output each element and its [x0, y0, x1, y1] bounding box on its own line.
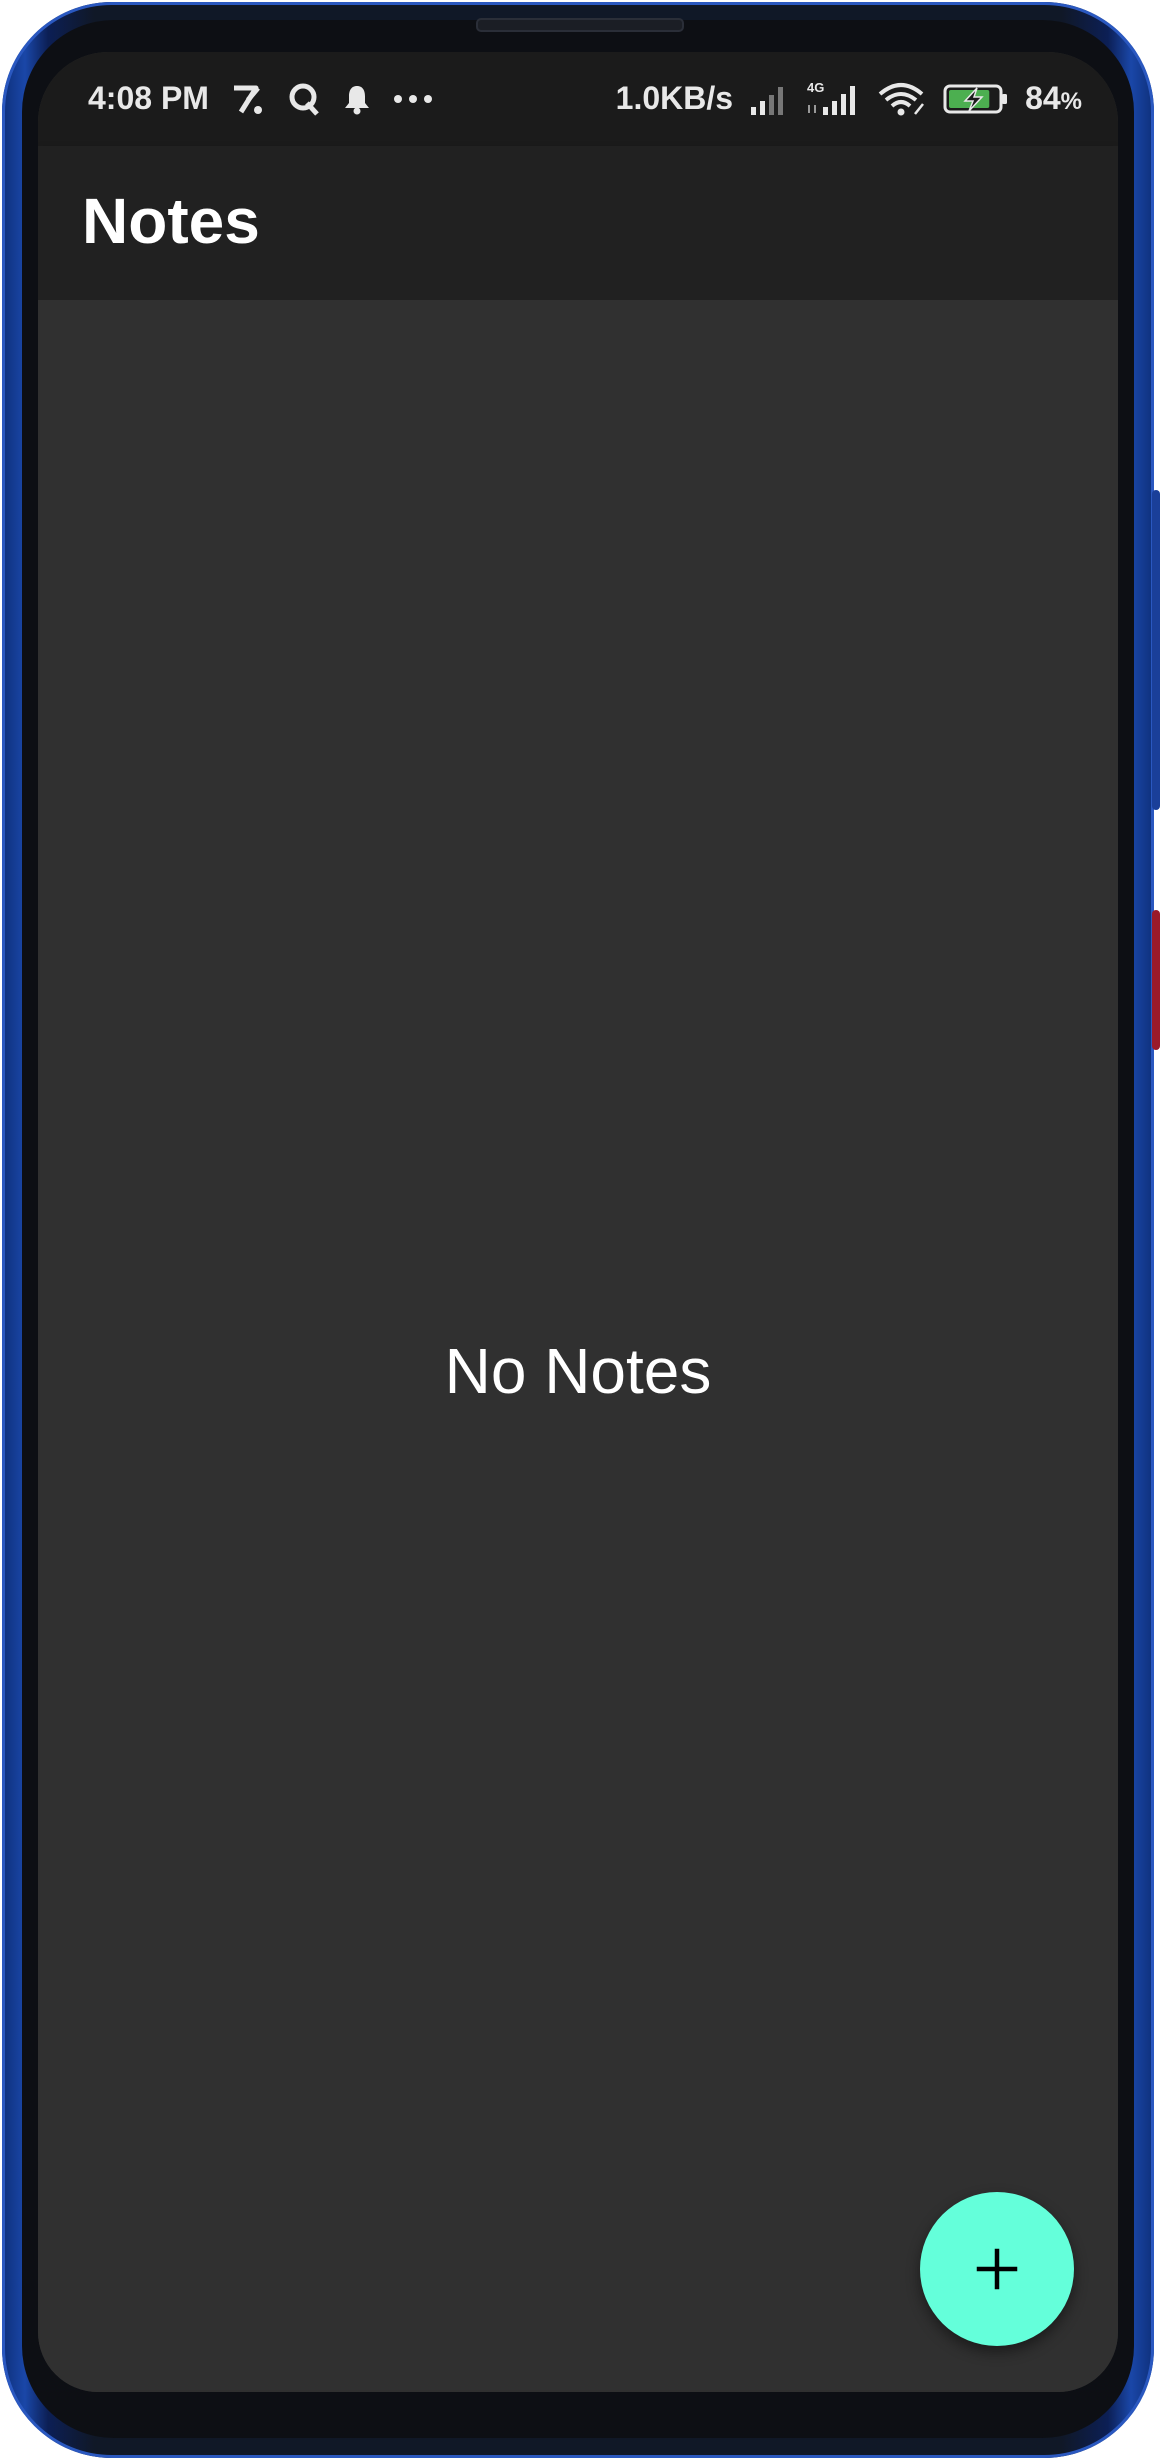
battery-percent-unit: % [1060, 88, 1082, 115]
notes-list-area[interactable]: No Notes [38, 300, 1118, 2392]
status-time: 4:08 PM [88, 80, 209, 116]
wifi-icon [877, 81, 927, 117]
svg-text:4G: 4G [807, 81, 824, 95]
signal-icon [749, 81, 789, 117]
notification-bell-icon [343, 81, 371, 117]
battery-charging-icon [943, 81, 1009, 117]
more-dots-icon [393, 81, 433, 117]
battery-percent-value: 84 [1025, 80, 1061, 116]
plus-icon [975, 2247, 1019, 2291]
q-icon [287, 81, 321, 117]
screen: 4:08 PM 1.0KB/s 4G 84% Notes No Notes [38, 52, 1118, 2392]
volume-button [1152, 490, 1160, 810]
power-button [1152, 910, 1160, 1050]
signal-4g-icon: 4G [805, 81, 861, 117]
earpiece-speaker [476, 18, 684, 32]
status-bar-left: 4:08 PM [88, 80, 433, 117]
empty-state-message: No Notes [444, 1335, 712, 1407]
add-note-button[interactable] [920, 2192, 1074, 2346]
zomato-icon [231, 81, 265, 117]
phone-frame: 4:08 PM 1.0KB/s 4G 84% Notes No Notes [0, 0, 1162, 2462]
page-title: Notes [82, 185, 260, 257]
battery-percent: 84% [1025, 80, 1082, 117]
app-bar: Notes [38, 146, 1118, 300]
network-speed: 1.0KB/s [615, 80, 734, 116]
status-bar-right: 1.0KB/s 4G 84% [616, 80, 1082, 117]
status-bar: 4:08 PM 1.0KB/s 4G 84% [38, 52, 1118, 146]
